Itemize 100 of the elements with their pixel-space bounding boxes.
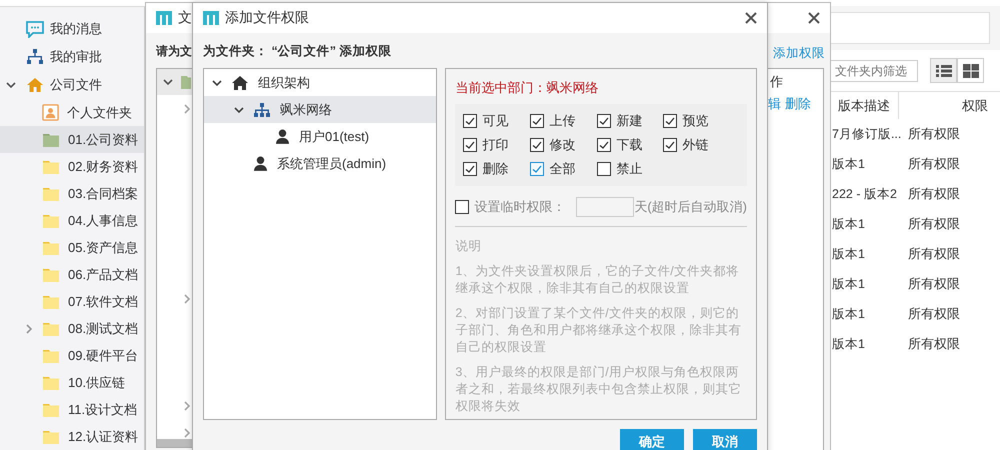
sidebar-item[interactable]: 10.供应链 xyxy=(0,369,144,396)
folder-icon xyxy=(42,158,60,174)
sidebar-item[interactable]: 07.软件文档 xyxy=(0,288,144,315)
sidebar-item[interactable]: 12.认证资料 xyxy=(0,423,144,450)
note-paragraph: 2、对部门设置了某个文件/文件夹的权限，则它的子部门、角色和用户都将继承这个权限，除非其有自己的权限设置 xyxy=(455,305,742,356)
table-cell-text: 所有权限 xyxy=(908,155,961,173)
checkbox[interactable] xyxy=(455,200,470,214)
checkbox-label[interactable]: 可见 xyxy=(482,112,508,130)
folder-icon xyxy=(42,320,60,336)
tree-item[interactable]: 用户01(test) xyxy=(204,123,436,150)
table-cell-text: 222 - 版本2 xyxy=(831,186,898,202)
sidebar-item[interactable]: 05.资产信息 xyxy=(0,234,144,261)
person-icon xyxy=(254,156,267,171)
table-cell-text: 所有权限 xyxy=(908,125,961,143)
checkbox-label[interactable]: 外链 xyxy=(682,136,708,154)
home-icon xyxy=(26,76,44,94)
sidebar-item[interactable]: 我的消息 xyxy=(0,15,144,43)
table-cell-text: 版本1 xyxy=(831,246,866,262)
checkbox-label[interactable]: 禁止 xyxy=(616,160,642,178)
table-cell-text: 版本1 xyxy=(831,276,866,292)
chevron-icon xyxy=(24,324,34,334)
grid-view-button[interactable] xyxy=(957,58,984,83)
sidebar-item[interactable]: 01.公司资料 xyxy=(0,126,144,153)
column-header: 作 xyxy=(769,73,784,91)
list-icon xyxy=(936,64,952,78)
checkbox-label[interactable]: 下载 xyxy=(616,136,642,154)
sidebar-item[interactable]: 03.合同档案 xyxy=(0,180,144,207)
logo-icon xyxy=(156,11,172,25)
window-title: 文 xyxy=(178,9,192,27)
table-cell-text: 所有权限 xyxy=(908,305,961,323)
sidebar-item[interactable]: 09.硬件平台 xyxy=(0,342,144,369)
table-cell-text: 所有权限 xyxy=(908,185,961,203)
chevron-icon xyxy=(6,80,16,90)
tree-item[interactable]: 系统管理员(admin) xyxy=(204,150,436,177)
dialog-heading: 为文件夹： “公司文件” 添加权限 xyxy=(203,43,392,60)
days-hint: 天(超时后自动取消) xyxy=(634,198,747,216)
folder-icon xyxy=(42,348,60,364)
hierarchy-icon xyxy=(26,48,44,66)
checkbox-label[interactable]: 打印 xyxy=(482,136,508,154)
checkbox-label[interactable]: 预览 xyxy=(682,112,708,130)
list-view-button[interactable] xyxy=(930,58,957,83)
sidebar-item[interactable]: 08.测试文档 xyxy=(0,315,144,342)
folder-icon xyxy=(42,266,60,282)
table-cell-text: 版本1 xyxy=(831,156,866,172)
sidebar-item[interactable]: 11.设计文档 xyxy=(0,396,144,423)
chevron-icon xyxy=(234,104,244,114)
temp-permission-label: 设置临时权限： xyxy=(474,198,566,216)
checkbox-label[interactable]: 修改 xyxy=(549,136,576,154)
folder-icon xyxy=(42,186,60,202)
note-paragraph: 1、为文件夹设置权限后，它的子文件/文件夹都将继承这个权限，除非其有自己的权限设置 xyxy=(455,263,740,297)
sidebar-item[interactable]: 06.产品文档 xyxy=(0,261,144,288)
sidebar-item[interactable]: 公司文件 xyxy=(0,71,144,99)
checkbox-label[interactable]: 上传 xyxy=(549,112,576,130)
sidebar-item[interactable]: 我的审批 xyxy=(0,43,144,71)
home-icon xyxy=(232,74,248,90)
folder-icon xyxy=(42,294,60,310)
folder-icon xyxy=(42,428,60,444)
search-field[interactable] xyxy=(830,12,990,44)
chevron-icon xyxy=(163,77,173,87)
action-link[interactable]: 辑 xyxy=(768,95,781,113)
sidebar-item[interactable]: 04.人事信息 xyxy=(0,207,144,234)
sidebar-item[interactable]: 02.财务资料 xyxy=(0,153,144,180)
table-cell-text: 版本1 xyxy=(831,216,866,232)
table-cell-text: 所有权限 xyxy=(908,245,961,263)
sidebar-item[interactable]: 个人文件夹 xyxy=(0,99,144,126)
tree-item[interactable]: 飒米网络 xyxy=(204,96,436,123)
table-cell-text: 版本1 xyxy=(831,336,866,352)
folder-icon xyxy=(42,212,60,228)
checkbox-label[interactable]: 新建 xyxy=(616,112,642,130)
days-field[interactable] xyxy=(576,197,634,217)
folder-icon xyxy=(42,240,60,256)
hierarchy-icon xyxy=(254,102,270,118)
checkbox-label[interactable]: 全部 xyxy=(549,160,576,178)
logo-icon xyxy=(203,11,219,25)
checkbox-label[interactable]: 删除 xyxy=(482,160,508,178)
note-paragraph: 3、用户最终的权限是部门/用户权限与角色权限两者之和，若最终权限列表中包含禁止权限，则其它权限将失效 xyxy=(455,364,742,415)
person-folder-icon xyxy=(42,104,59,121)
column-header[interactable]: 权限 xyxy=(899,96,1000,114)
chevron-icon xyxy=(212,78,222,88)
close-button[interactable] xyxy=(745,12,757,24)
table-cell-text: 所有权限 xyxy=(908,335,961,353)
table-cell-text: 版本1 xyxy=(831,306,866,322)
person-icon xyxy=(276,129,289,144)
window-title: 添加文件权限 xyxy=(225,9,309,27)
folder-icon xyxy=(42,374,60,390)
chat-icon xyxy=(26,20,44,38)
table-cell-text: 所有权限 xyxy=(908,215,961,233)
filter-field[interactable]: 文件夹内筛选 xyxy=(830,60,918,82)
action-link[interactable]: 删除 xyxy=(785,95,811,113)
close-button[interactable] xyxy=(808,12,820,24)
folder-icon xyxy=(42,132,60,148)
table-cell-text: 7月修订版... xyxy=(831,126,902,142)
folder-icon xyxy=(42,402,60,418)
tree-item[interactable]: 组织架构 xyxy=(204,69,436,96)
table-cell-text: 所有权限 xyxy=(908,275,961,293)
grid-icon xyxy=(962,64,978,78)
prompt-text: 请为文 xyxy=(156,43,193,60)
notes-title: 说明 xyxy=(455,238,482,255)
selected-department-text: 当前选中部门：飒米网络 xyxy=(455,79,600,97)
checkbox[interactable] xyxy=(597,162,612,176)
